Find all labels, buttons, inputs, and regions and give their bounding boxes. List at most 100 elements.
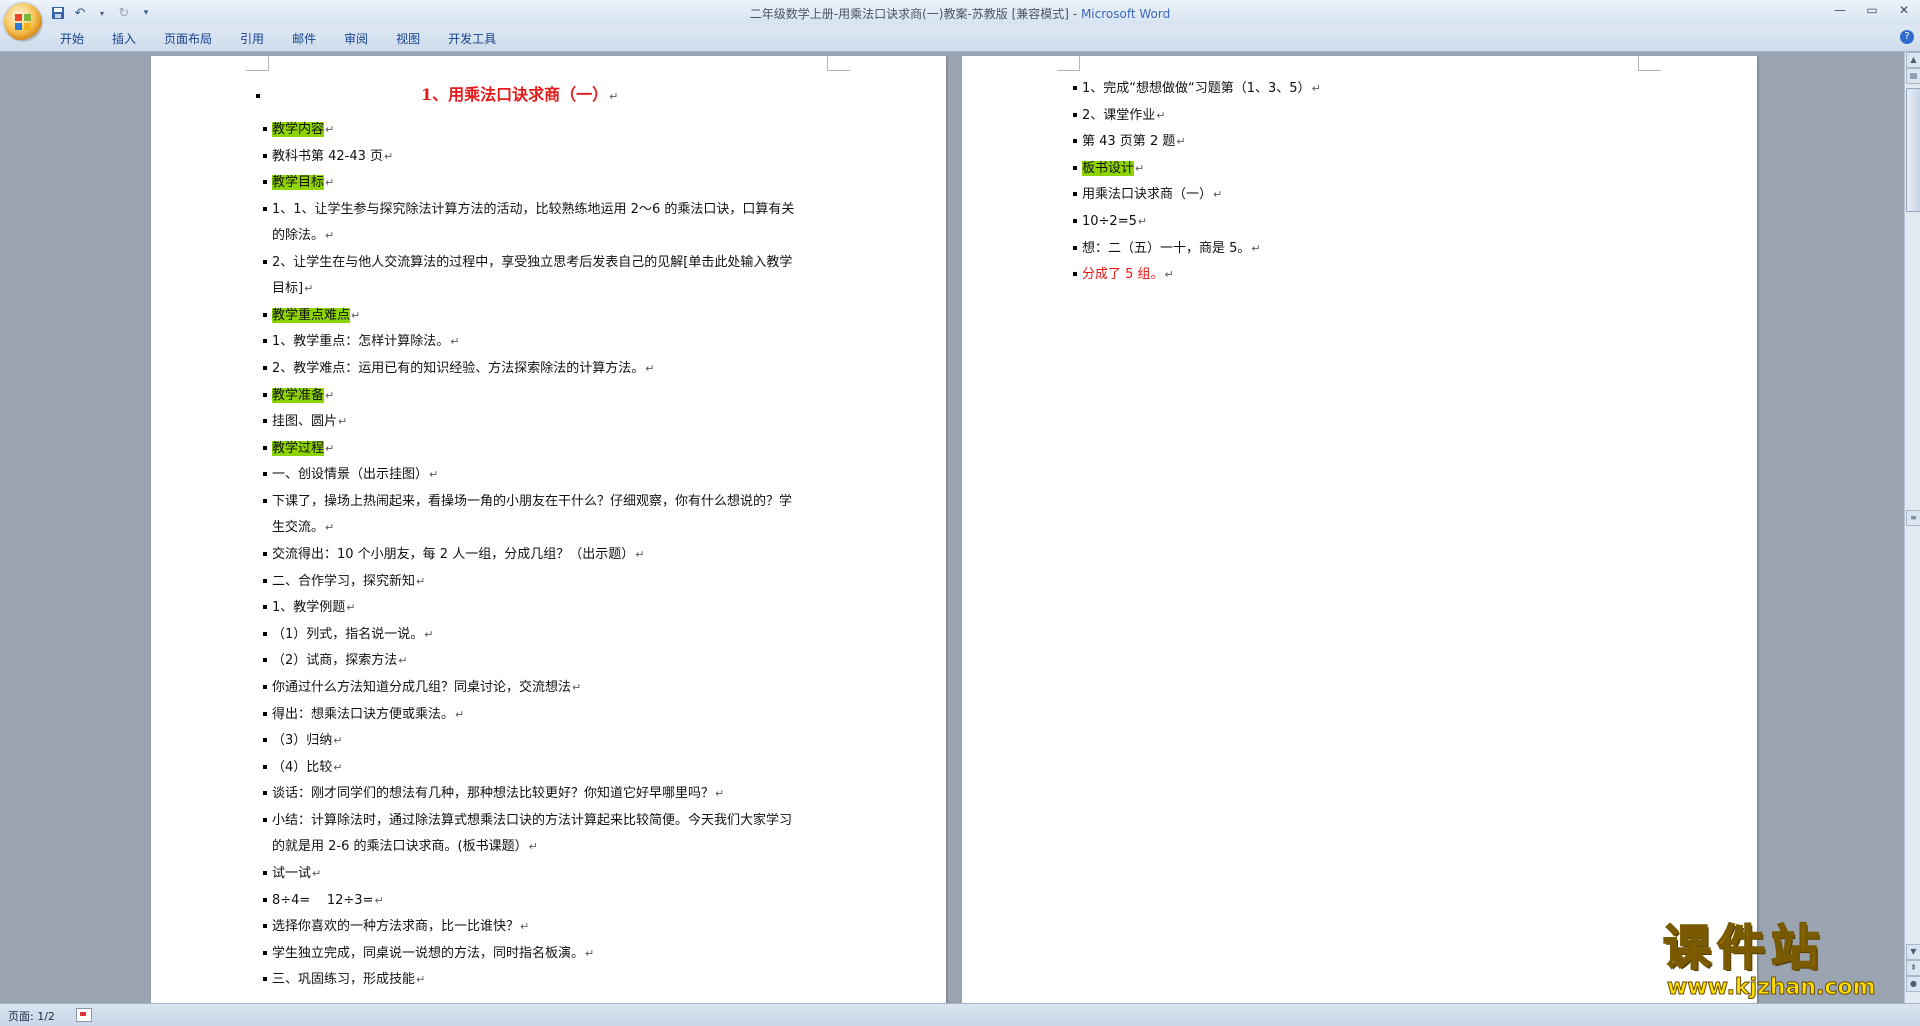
page-title: 1、用乘法口诀求商（一）↵ (256, 86, 618, 106)
doc-line: （4）比较↵ (263, 759, 343, 777)
doc-text: 教科书第 42-43 页 (272, 149, 384, 164)
maximize-button[interactable]: ▭ (1856, 0, 1888, 20)
scroll-down-icon[interactable]: ▼ (1906, 944, 1920, 960)
scrollbar-thumb[interactable] (1906, 88, 1920, 212)
doc-line: 目标]↵ (272, 281, 314, 296)
crop-mark (1638, 56, 1661, 71)
doc-line: 挂图、圆片↵ (263, 413, 347, 431)
tab-home[interactable]: 开始 (48, 30, 100, 48)
app-name: Microsoft Word (1080, 7, 1171, 21)
tab-mailings[interactable]: 邮件 (280, 30, 332, 48)
doc-text: 10÷2=5 (1082, 214, 1137, 229)
doc-line: 1、完成“想想做做“习题第（1、3、5）↵ (1073, 80, 1321, 98)
window-title: 二年级数学上册-用乘法口诀求商(一)教案-苏教版 [兼容模式] - Micros… (0, 5, 1920, 22)
doc-line: 教学内容↵ (263, 121, 334, 139)
doc-line: 2、让学生在与他人交流算法的过程中，享受独立思考后发表自己的见解[单击此处输入教… (263, 254, 793, 272)
doc-line: 2、教学难点：运用已有的知识经验、方法探索除法的计算方法。↵ (263, 360, 655, 378)
doc-text: 你通过什么方法知道分成几组？同桌讨论，交流想法 (272, 680, 572, 695)
doc-line: 分成了 5 组。↵ (1073, 266, 1174, 284)
doc-line: 教学准备↵ (263, 387, 334, 405)
doc-text: 交流得出：10 个小朋友，每 2 人一组，分成几组？（出示题） (272, 547, 635, 562)
doc-text: （1）列式，指名说一说。 (272, 627, 424, 642)
document-title: 二年级数学上册-用乘法口诀求商(一)教案-苏教版 [兼容模式] - (749, 7, 1081, 21)
tab-references[interactable]: 引用 (228, 30, 280, 48)
scroll-up-icon[interactable]: ▲ (1906, 52, 1920, 68)
doc-line: 学生独立完成，同桌说一说想的方法，同时指名板演。↵ (263, 945, 594, 963)
office-button[interactable] (4, 3, 42, 41)
doc-text: （2）试商，探索方法 (272, 653, 398, 668)
tab-insert[interactable]: 插入 (100, 30, 152, 48)
doc-line: 用乘法口诀求商（一）↵ (1073, 186, 1222, 204)
doc-text: 用乘法口诀求商（一） (1082, 187, 1213, 202)
browse-object-icon[interactable]: ● (1906, 976, 1920, 992)
ribbon: 开始 插入 页面布局 引用 邮件 审阅 视图 开发工具 ? (0, 25, 1920, 52)
status-bar: 页面: 1/2 (0, 1003, 1920, 1026)
doc-line: 教科书第 42-43 页↵ (263, 148, 393, 166)
doc-line: （3）归纳↵ (263, 732, 343, 750)
doc-line: 1、1、让学生参与探究除法计算方法的活动，比较熟练地运用 2～6 的乘法口诀，口… (263, 201, 795, 219)
crop-mark (246, 56, 269, 71)
doc-line: 小结：计算除法时，通过除法算式想乘法口诀的方法计算起来比较简便。今天我们大家学习 (263, 812, 793, 830)
doc-text: 1、教学例题 (272, 600, 346, 615)
doc-text: 学生独立完成，同桌说一说想的方法，同时指名板演。 (272, 946, 585, 961)
doc-line: 1、教学例题↵ (263, 599, 356, 617)
doc-line: 教学过程↵ (263, 440, 334, 458)
doc-line: 的除法。↵ (272, 228, 335, 243)
page-indicator[interactable]: 页面: 1/2 (8, 1008, 55, 1024)
doc-line: 教学重点难点↵ (263, 307, 360, 325)
doc-text: 下课了，操场上热闹起来，看操场一角的小朋友在干什么？仔细观察，你有什么想说的？学 (272, 494, 793, 509)
doc-line: 下课了，操场上热闹起来，看操场一角的小朋友在干什么？仔细观察，你有什么想说的？学 (263, 493, 793, 511)
tab-page-layout[interactable]: 页面布局 (152, 30, 228, 48)
document-page-2[interactable]: 1、完成“想想做做“习题第（1、3、5）↵ 2、课堂作业↵ 第 43 页第 2 … (962, 56, 1757, 1003)
doc-text: （4）比较 (272, 760, 333, 775)
document-page-1[interactable]: 1、用乘法口诀求商（一）↵ 教学内容↵ 教科书第 42-43 页↵ 教学目标↵ … (151, 56, 946, 1003)
doc-text: 想：二（五）一十，商是 5。 (1082, 241, 1251, 256)
watermark-url: www.kjzhan.com (1667, 975, 1877, 1000)
paragraph-mark (256, 94, 260, 98)
doc-line: 选择你喜欢的一种方法求商，比一比谁快？↵ (263, 918, 529, 936)
doc-line: 谈话：刚才同学们的想法有几种，那种想法比较更好？你知道它好早哪里吗？↵ (263, 785, 724, 803)
tab-view[interactable]: 视图 (384, 30, 436, 48)
doc-line: 10÷2=5↵ (1073, 213, 1147, 231)
section-heading: 教学过程 (272, 441, 325, 456)
doc-line: 想：二（五）一十，商是 5。↵ (1073, 240, 1261, 258)
doc-text: 二、合作学习，探究新知 (272, 574, 416, 589)
doc-line: 得出：想乘法口诀方便或乘法。↵ (263, 706, 464, 724)
doc-line: （2）试商，探索方法↵ (263, 652, 408, 670)
doc-line: 二、合作学习，探究新知↵ (263, 573, 425, 591)
doc-text: 三、巩固练习，形成技能 (272, 972, 416, 987)
doc-line: 的就是用 2-6 的乘法口诀求商。(板书课题）↵ (272, 839, 538, 854)
previous-page-icon[interactable]: ⇞ (1906, 960, 1920, 976)
title-bar: ↶ ▾ ↻ ▾ 二年级数学上册-用乘法口诀求商(一)教案-苏教版 [兼容模式] … (0, 0, 1920, 26)
vertical-scrollbar[interactable]: ▲ ▤ ≡ ▼ ⇞ ● (1904, 52, 1920, 1003)
doc-text: 第 43 页第 2 题 (1082, 134, 1176, 149)
ruler-toggle-icon[interactable]: ▤ (1906, 68, 1920, 84)
crop-mark (1057, 56, 1080, 71)
close-button[interactable]: ✕ (1888, 0, 1920, 20)
minimize-button[interactable]: — (1824, 0, 1856, 20)
section-heading: 教学内容 (272, 122, 325, 137)
doc-text: 谈话：刚才同学们的想法有几种，那种想法比较更好？你知道它好早哪里吗？ (272, 786, 715, 801)
tab-review[interactable]: 审阅 (332, 30, 384, 48)
office-logo-icon (15, 14, 31, 30)
doc-text: 小结：计算除法时，通过除法算式想乘法口诀的方法计算起来比较简便。今天我们大家学习 (272, 813, 793, 828)
doc-text: 2、让学生在与他人交流算法的过程中，享受独立思考后发表自己的见解[单击此处输入教… (272, 255, 793, 270)
doc-text: 挂图、圆片 (272, 414, 338, 429)
help-icon[interactable]: ? (1900, 30, 1914, 44)
section-heading: 教学重点难点 (272, 308, 351, 323)
doc-line: 试一试↵ (263, 865, 321, 883)
doc-line: （1）列式，指名说一说。↵ (263, 626, 434, 644)
scroll-mid-icon[interactable]: ≡ (1906, 510, 1920, 526)
doc-text: 1、教学重点：怎样计算除法。 (272, 334, 450, 349)
doc-text: 生交流。 (272, 520, 325, 535)
doc-line: 一、创设情景（出示挂图）↵ (263, 466, 438, 484)
document-area[interactable]: 1、用乘法口诀求商（一）↵ 教学内容↵ 教科书第 42-43 页↵ 教学目标↵ … (0, 52, 1905, 1003)
tab-developer[interactable]: 开发工具 (436, 30, 512, 48)
doc-line: 交流得出：10 个小朋友，每 2 人一组，分成几组？（出示题）↵ (263, 546, 644, 564)
ribbon-tabs: 开始 插入 页面布局 引用 邮件 审阅 视图 开发工具 (48, 30, 512, 48)
doc-text: 1、1、让学生参与探究除法计算方法的活动，比较熟练地运用 2～6 的乘法口诀，口… (272, 202, 795, 217)
doc-text: 的就是用 2-6 的乘法口诀求商。(板书课题） (272, 839, 528, 854)
proofing-icon[interactable] (76, 1008, 92, 1022)
section-heading: 板书设计 (1082, 161, 1135, 176)
doc-text: 2、课堂作业 (1082, 108, 1156, 123)
